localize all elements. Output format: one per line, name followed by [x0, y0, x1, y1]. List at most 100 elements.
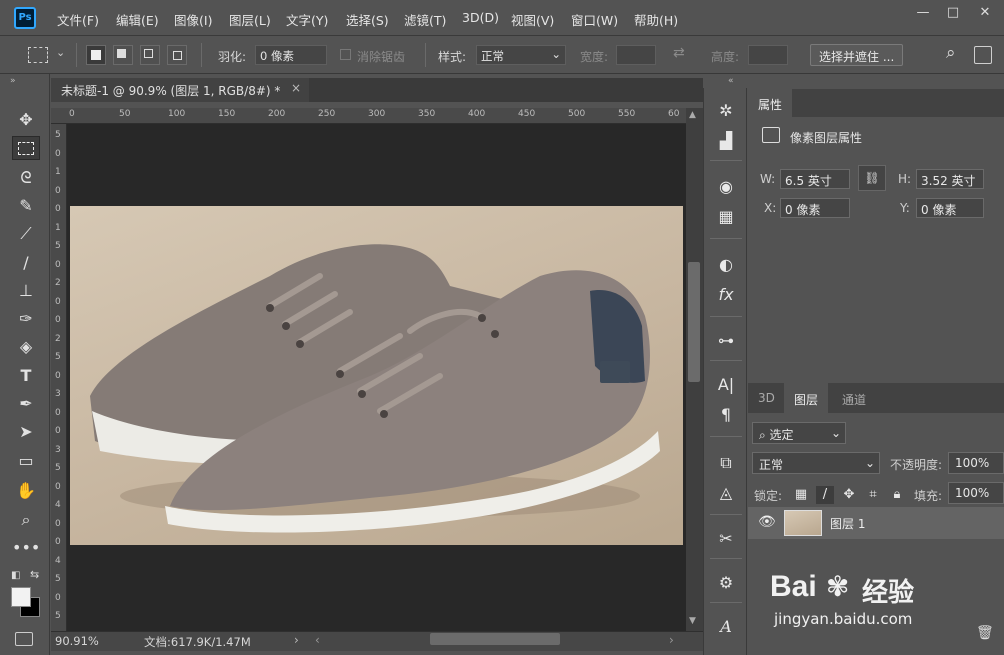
y-field[interactable]: 0 像素: [916, 198, 984, 218]
swatches-icon[interactable]: ▦: [712, 204, 740, 230]
tab-channels[interactable]: 通道: [832, 383, 876, 413]
history-brush-icon[interactable]: ✑: [12, 307, 40, 331]
move-tool-icon[interactable]: ✥: [12, 108, 40, 132]
fill-field[interactable]: 100%: [948, 482, 1004, 504]
menu-window[interactable]: 窗口(W): [571, 10, 618, 29]
scroll-down-icon[interactable]: ▼: [689, 616, 696, 626]
workspace-icon[interactable]: [974, 46, 992, 64]
height-field[interactable]: 3.52 英寸: [916, 169, 984, 189]
menu-edit[interactable]: 编辑(E): [116, 10, 159, 29]
x-field[interactable]: 0 像素: [780, 198, 850, 218]
zoom-level[interactable]: 90.91%: [55, 634, 99, 648]
eyedropper-tool-icon[interactable]: ⟋: [12, 222, 40, 246]
lock-artboard-icon[interactable]: ⌗: [864, 486, 882, 504]
marquee-tool-icon[interactable]: [12, 136, 40, 160]
close-window-button[interactable]: ✕: [974, 4, 996, 22]
height-input[interactable]: [748, 45, 788, 65]
more-tools-icon[interactable]: •••: [12, 536, 40, 560]
horizontal-scroll-thumb[interactable]: [430, 633, 560, 645]
layer-comps-icon[interactable]: ⊶: [712, 328, 740, 354]
menu-3d[interactable]: 3D(D): [462, 10, 499, 25]
width-input[interactable]: [616, 45, 656, 65]
marquee-preset-icon[interactable]: [28, 47, 48, 63]
vertical-scroll-thumb[interactable]: [688, 262, 700, 382]
rectangle-tool-icon[interactable]: ▭: [12, 449, 40, 473]
maximize-button[interactable]: □: [942, 4, 964, 22]
swap-icon[interactable]: ⇄: [673, 45, 685, 61]
layer-row[interactable]: 👁︎ 图层 1: [748, 507, 1004, 539]
blend-mode-select[interactable]: 正常 ⌄: [752, 452, 880, 474]
h-label: H:: [898, 172, 912, 186]
hand-tool-icon[interactable]: ✋: [12, 479, 40, 503]
shoe-photo[interactable]: [70, 206, 683, 545]
status-menu-arrow[interactable]: ›: [294, 633, 299, 647]
tab-3d[interactable]: 3D: [748, 383, 785, 413]
tab-properties[interactable]: 属性: [748, 89, 793, 117]
lock-transparent-icon[interactable]: ▦: [792, 486, 810, 504]
clone-source-icon[interactable]: ⧉: [712, 450, 740, 476]
paragraph-icon[interactable]: ¶: [712, 402, 740, 428]
character-icon[interactable]: A|: [712, 372, 740, 398]
type-tool-icon[interactable]: T: [12, 364, 40, 388]
menu-select[interactable]: 选择(S): [346, 10, 389, 29]
subtract-selection-icon[interactable]: [140, 45, 160, 65]
layer-filter-select[interactable]: ⌕ 选定 ⌄: [752, 422, 846, 444]
baidu-watermark: Bai ✾ 经验 jingyan.baidu.com: [770, 568, 990, 638]
tool-presets-icon[interactable]: ✂: [712, 526, 740, 552]
zoom-tool-icon[interactable]: ⌕: [12, 508, 40, 532]
scroll-up-icon[interactable]: ▲: [689, 110, 696, 120]
quick-mask-icon[interactable]: [15, 632, 33, 646]
chevron-down-icon[interactable]: ⌄: [56, 46, 65, 59]
visibility-eye-icon[interactable]: 👁︎: [758, 514, 776, 530]
histogram-icon[interactable]: ▟: [712, 128, 740, 154]
pen-tool-icon[interactable]: ✒: [12, 392, 40, 416]
styles-icon[interactable]: fx: [712, 282, 740, 308]
collapse-panels-icon[interactable]: «: [728, 76, 734, 86]
select-and-mask-button[interactable]: 选择并遮住 ...: [810, 44, 904, 66]
lock-pixels-icon[interactable]: /: [816, 486, 834, 504]
menu-type[interactable]: 文字(Y): [286, 10, 328, 29]
menu-view[interactable]: 视图(V): [511, 10, 554, 29]
brush-tool-icon[interactable]: /: [12, 251, 40, 275]
scroll-right-icon[interactable]: ›: [669, 633, 674, 647]
minimize-button[interactable]: —: [912, 4, 934, 22]
intersect-selection-icon[interactable]: [167, 45, 187, 65]
new-selection-icon[interactable]: [86, 45, 106, 65]
collapse-icon[interactable]: »: [10, 76, 16, 86]
layer-name[interactable]: 图层 1: [830, 515, 865, 532]
quick-selection-icon[interactable]: ✎: [12, 194, 40, 218]
glyphs-icon[interactable]: A: [712, 614, 740, 640]
navigator-icon[interactable]: ✲: [712, 98, 740, 124]
lock-position-icon[interactable]: ✥: [840, 486, 858, 504]
antialias-checkbox[interactable]: [340, 49, 351, 60]
style-select[interactable]: 正常 ⌄: [476, 45, 566, 65]
swap-colors-icon[interactable]: ⇆: [30, 568, 39, 581]
adjustments-icon[interactable]: ◐: [712, 252, 740, 278]
path-selection-icon[interactable]: ➤: [12, 420, 40, 444]
default-colors-icon[interactable]: ◧: [11, 570, 20, 581]
menu-help[interactable]: 帮助(H): [634, 10, 678, 29]
foreground-color-swatch[interactable]: [11, 587, 31, 607]
document-tab[interactable]: 未标题-1 @ 90.9% (图层 1, RGB/8#) * ×: [51, 78, 309, 102]
opacity-field[interactable]: 100%: [948, 452, 1004, 474]
menu-filter[interactable]: 滤镜(T): [404, 10, 446, 29]
stamp-tool-icon[interactable]: ⊥: [12, 279, 40, 303]
actions-icon[interactable]: ⚙: [712, 570, 740, 596]
add-selection-icon[interactable]: [113, 45, 133, 65]
lock-all-icon[interactable]: 🔒︎: [888, 486, 906, 504]
tab-layers[interactable]: 图层: [784, 383, 829, 413]
menu-image[interactable]: 图像(I): [174, 10, 212, 29]
color-icon[interactable]: ◉: [712, 174, 740, 200]
lasso-tool-icon[interactable]: ᘓ: [12, 166, 40, 190]
menu-file[interactable]: 文件(F): [57, 10, 99, 29]
paint-bucket-icon[interactable]: ◈: [12, 335, 40, 359]
paths-icon[interactable]: ◬: [712, 480, 740, 506]
search-icon[interactable]: ⌕: [946, 43, 956, 63]
width-field[interactable]: 6.5 英寸: [780, 169, 850, 189]
menu-layer[interactable]: 图层(L): [229, 10, 271, 29]
feather-input[interactable]: 0 像素: [255, 45, 327, 65]
ruler-tick: 550: [618, 109, 636, 119]
close-tab-icon[interactable]: ×: [291, 81, 301, 95]
link-icon[interactable]: ⛓: [858, 165, 886, 191]
scroll-left-icon[interactable]: ‹: [315, 633, 320, 647]
